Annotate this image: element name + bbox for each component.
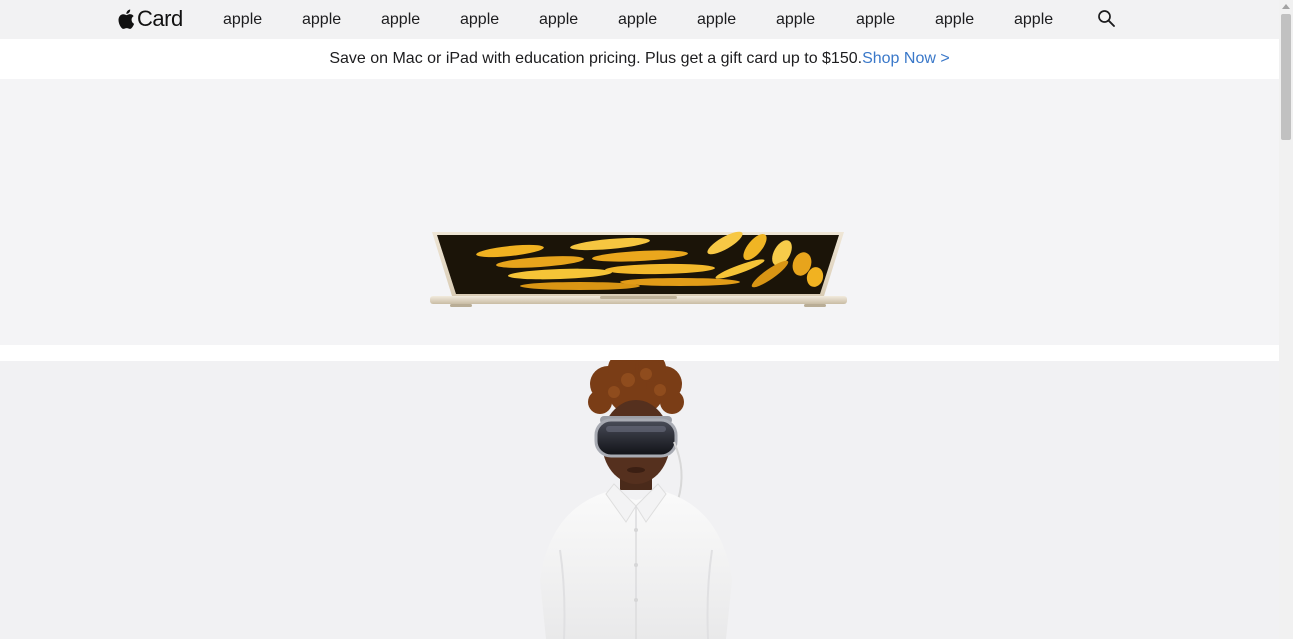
nav-item-3[interactable]: apple <box>381 10 420 30</box>
page-scrollbar[interactable] <box>1279 0 1293 639</box>
person-headset-image <box>540 360 732 639</box>
nav-item-11[interactable]: apple <box>1014 10 1053 30</box>
search-button[interactable] <box>1097 9 1117 29</box>
nav-item-7[interactable]: apple <box>697 10 736 30</box>
shop-now-link[interactable]: Shop Now > <box>862 50 950 67</box>
apple-logo-icon <box>118 9 135 29</box>
logo-text: Card <box>137 6 183 31</box>
nav-item-10[interactable]: apple <box>935 10 974 30</box>
search-icon <box>1098 10 1115 27</box>
nav-item-4[interactable]: apple <box>460 10 499 30</box>
nav-item-1[interactable]: apple <box>223 10 262 30</box>
logo-link[interactable]: Card <box>117 6 183 32</box>
ribbon-text: Save on Mac or iPad with education prici… <box>329 50 863 67</box>
nav-item-5[interactable]: apple <box>539 10 578 30</box>
nav-item-2[interactable]: apple <box>302 10 341 30</box>
global-nav: Card apple apple apple apple apple apple… <box>0 0 1279 39</box>
nav-item-6[interactable]: apple <box>618 10 657 30</box>
nav-item-9[interactable]: apple <box>856 10 895 30</box>
nav-item-8[interactable]: apple <box>776 10 815 30</box>
scroll-up-icon[interactable] <box>1282 4 1290 9</box>
laptop-image <box>430 231 847 307</box>
promo-ribbon: Save on Mac or iPad with education prici… <box>0 39 1279 79</box>
scrollbar-thumb[interactable] <box>1281 14 1291 140</box>
